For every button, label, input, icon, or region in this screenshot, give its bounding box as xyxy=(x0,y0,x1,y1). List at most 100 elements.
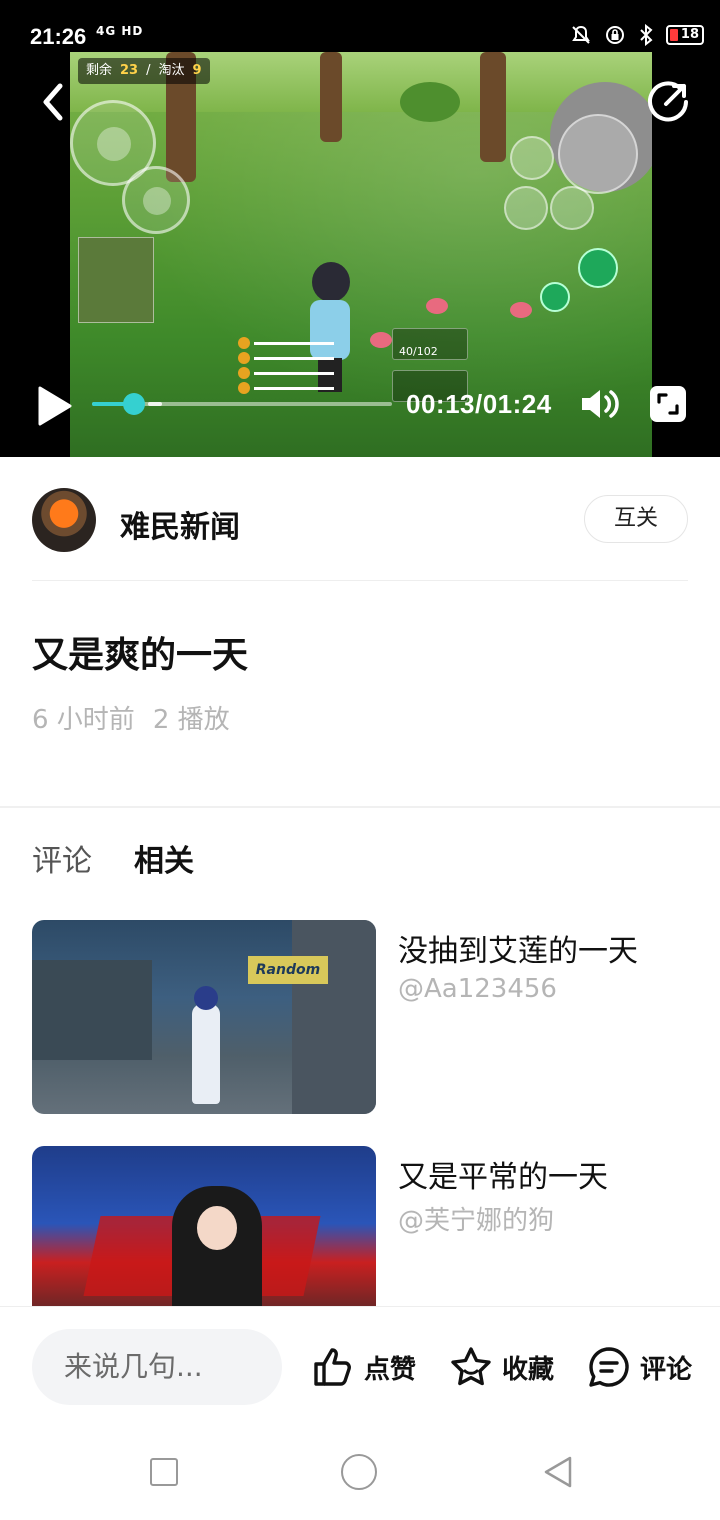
progress-thumb[interactable] xyxy=(123,393,145,415)
tab-label: 评论 xyxy=(32,844,92,879)
thumb-character xyxy=(192,1004,220,1104)
comment-button[interactable]: 评论 xyxy=(586,1343,692,1391)
team-row xyxy=(238,366,334,380)
game-tree xyxy=(320,52,342,142)
related-title[interactable]: 又是平常的一天 xyxy=(398,1152,608,1196)
signal-indicator: 4G HD xyxy=(96,24,144,38)
character-head xyxy=(312,262,350,302)
team-row xyxy=(238,336,334,350)
game-joystick xyxy=(122,166,190,234)
lock-rotation-icon xyxy=(606,26,624,44)
eliminated-label: 淘汰 xyxy=(158,63,185,78)
bluetooth-icon xyxy=(640,24,653,46)
divider xyxy=(32,580,688,581)
like-label: 点赞 xyxy=(364,1354,417,1385)
team-health-bar xyxy=(254,341,334,345)
comment-bubble-icon xyxy=(589,1347,629,1387)
battery-level: 18 xyxy=(680,27,699,42)
progress-buffer xyxy=(148,402,162,406)
author-name[interactable]: 难民新闻 xyxy=(120,502,240,546)
thumb-character-face xyxy=(197,1206,237,1250)
video-progress-bar[interactable] xyxy=(92,393,392,415)
game-flower xyxy=(426,298,448,314)
team-health-bar xyxy=(254,386,334,390)
game-team-panel xyxy=(238,336,334,396)
joystick-knob xyxy=(143,187,171,215)
like-button[interactable]: 点赞 xyxy=(310,1343,416,1391)
status-time: 21:26 xyxy=(30,24,87,49)
game-skill-button xyxy=(504,186,548,230)
game-hud-stats: 剩余 23 / 淘汰 9 xyxy=(78,58,210,84)
fullscreen-icon[interactable] xyxy=(650,386,686,422)
team-marker xyxy=(238,352,250,364)
team-health-bar xyxy=(254,371,334,375)
avatar[interactable] xyxy=(32,488,96,552)
post-title: 又是爽的一天 xyxy=(32,635,249,676)
status-bar: 21:26 4G HD 18 xyxy=(0,0,720,52)
author-row: 难民新闻 互关 xyxy=(32,488,688,552)
team-row xyxy=(238,381,334,395)
related-title[interactable]: 没抽到艾莲的一天 xyxy=(398,926,638,970)
team-marker xyxy=(238,337,250,349)
recents-icon[interactable] xyxy=(150,1458,178,1486)
video-time-label: 00:13/01:24 xyxy=(406,389,552,419)
remaining-label: 剩余 xyxy=(86,63,113,78)
hud-separator: / xyxy=(146,63,151,78)
tab-bar: 评论 相关 xyxy=(32,836,194,880)
list-item[interactable]: Random 没抽到艾莲的一天 @Aa123456 xyxy=(32,920,688,1114)
video-frame[interactable]: 剩余 23 / 淘汰 9 40/102 xyxy=(70,52,652,457)
related-list: Random 没抽到艾莲的一天 @Aa123456 又是平常的一天 @芙宁娜的狗 xyxy=(32,920,688,1372)
game-minimap xyxy=(78,237,154,323)
volume-icon[interactable] xyxy=(578,386,620,422)
tab-comments[interactable]: 评论 xyxy=(32,836,92,880)
video-thumbnail[interactable]: Random xyxy=(32,920,376,1114)
favorite-label: 收藏 xyxy=(502,1354,555,1385)
back-arrow-icon[interactable] xyxy=(36,80,72,124)
thumbs-up-icon xyxy=(314,1348,351,1386)
game-skill-button xyxy=(540,282,570,312)
status-icons: 18 xyxy=(570,24,704,46)
system-nav-bar xyxy=(0,1426,720,1520)
battery-indicator: 18 xyxy=(666,25,704,45)
tab-label: 相关 xyxy=(134,844,194,879)
favorite-button[interactable]: 收藏 xyxy=(448,1343,554,1391)
back-triangle-icon[interactable] xyxy=(540,1454,576,1490)
home-icon[interactable] xyxy=(341,1454,377,1490)
share-icon[interactable] xyxy=(646,78,692,124)
game-flower xyxy=(510,302,532,318)
team-marker xyxy=(238,367,250,379)
ammo-count: 40/102 xyxy=(399,345,438,358)
thumb-character-head xyxy=(194,986,218,1010)
thumb-building xyxy=(32,960,152,1060)
video-player[interactable]: 剩余 23 / 淘汰 9 40/102 21:26 4G HD 18 00:13… xyxy=(0,0,720,457)
weapon-slot: 40/102 xyxy=(392,328,468,360)
eliminated-count: 9 xyxy=(192,63,202,78)
thumb-building xyxy=(292,920,376,1114)
play-icon[interactable] xyxy=(34,384,74,428)
post-meta: 6 小时前 2 播放 xyxy=(32,699,230,736)
follow-button[interactable]: 互关 xyxy=(584,495,688,543)
comment-label: 评论 xyxy=(640,1354,693,1385)
joystick-knob xyxy=(97,127,131,161)
related-author: @Aa123456 xyxy=(398,974,557,1004)
battery-fill xyxy=(670,29,678,41)
game-skill-button xyxy=(510,136,554,180)
game-skill-button xyxy=(550,186,594,230)
comment-input[interactable]: 来说几句... xyxy=(32,1329,282,1405)
game-skill-button xyxy=(578,248,618,288)
remaining-count: 23 xyxy=(120,63,139,78)
post-plays: 2 播放 xyxy=(152,705,230,735)
post-time: 6 小时前 xyxy=(32,705,135,735)
game-tree xyxy=(480,52,506,162)
game-skill-button xyxy=(558,114,638,194)
bottom-action-bar: 来说几句... 点赞 收藏 评论 xyxy=(0,1306,720,1426)
section-divider xyxy=(0,806,720,808)
thumb-sign: Random xyxy=(248,956,328,984)
silent-bell-icon xyxy=(572,25,590,44)
team-marker xyxy=(238,382,250,394)
tab-related[interactable]: 相关 xyxy=(134,836,194,880)
star-icon xyxy=(451,1347,491,1386)
team-row xyxy=(238,351,334,365)
team-health-bar xyxy=(254,356,334,360)
game-bush xyxy=(400,82,460,122)
